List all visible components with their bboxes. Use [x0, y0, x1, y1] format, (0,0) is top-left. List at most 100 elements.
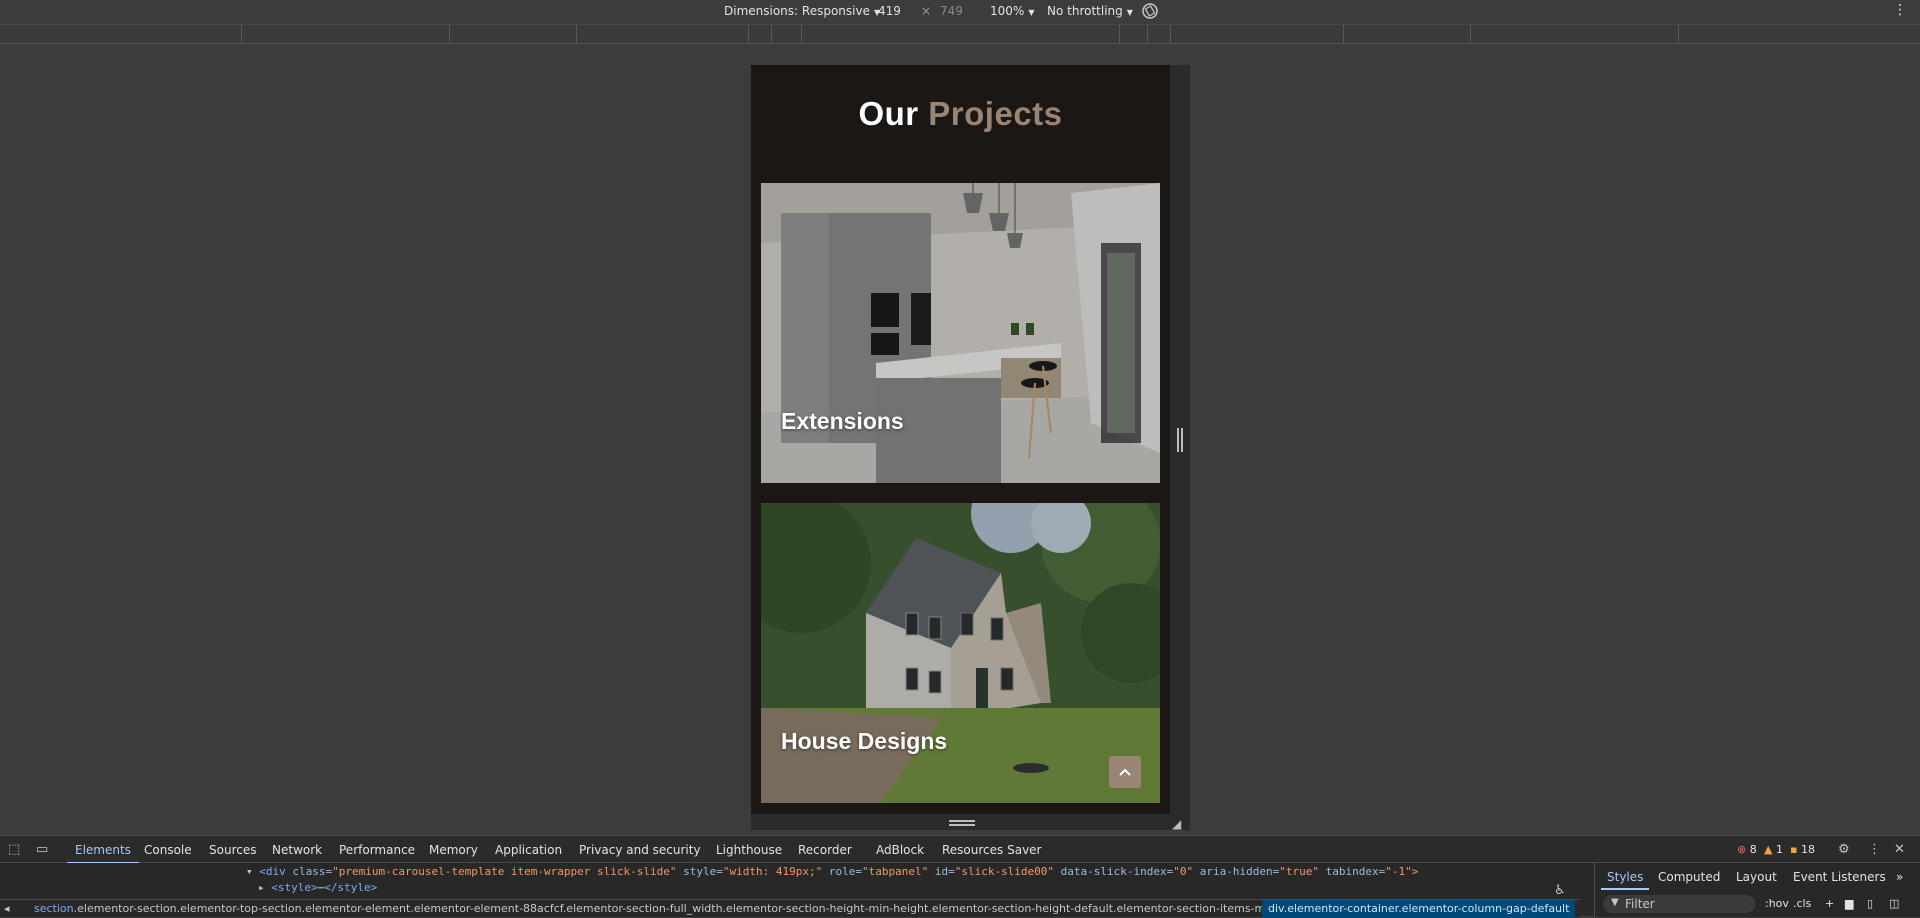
dom-tag: </style> — [324, 881, 378, 894]
ruler-segment[interactable] — [748, 25, 749, 44]
filter-icon: ▼ — [1611, 897, 1619, 908]
more-vertical-icon[interactable]: ⋮ — [1868, 842, 1881, 857]
devtools-tabbar: ⬚ ▭ Elements Console Sources Network Per… — [0, 836, 1920, 864]
dimensions-label: Dimensions: Responsive — [724, 4, 870, 18]
dom-val: "0" — [1173, 865, 1194, 878]
dom-attr: style= — [683, 865, 723, 878]
more-tabs-icon[interactable]: » — [1896, 870, 1903, 884]
dom-tag: <style> — [271, 881, 318, 894]
tab-privacy-security[interactable]: Privacy and security — [579, 843, 701, 857]
breadcrumb-classes: .elementor-container.elementor-column-ga… — [1283, 902, 1570, 915]
project-card-extensions[interactable]: Extensions — [761, 183, 1160, 483]
tab-styles[interactable]: Styles — [1600, 870, 1650, 890]
tab-computed[interactable]: Computed — [1658, 870, 1720, 884]
ruler-segment[interactable] — [241, 25, 242, 44]
dom-node-style[interactable]: ▸ <style>⋯</style> — [258, 881, 377, 894]
breadcrumb-element: div — [1268, 902, 1284, 915]
device-toolbar: Dimensions: Responsive ▼ 419 × 749 100% ▼ … — [0, 0, 1920, 25]
house-image — [761, 503, 1160, 803]
dom-attr: aria-hidden= — [1199, 865, 1280, 878]
tab-sources[interactable]: Sources — [209, 843, 256, 857]
dom-val: "premium-carousel-template item-wrapper … — [332, 865, 677, 878]
error-count-badge[interactable]: ⊗ 8 — [1737, 843, 1757, 856]
device-toggle-icon[interactable]: ▭ — [36, 842, 48, 857]
dock-icon[interactable]: ◫ — [1889, 897, 1899, 910]
dom-attr: role= — [828, 865, 862, 878]
tab-console[interactable]: Console — [144, 843, 192, 857]
scroll-to-top-button[interactable] — [1109, 756, 1141, 788]
dimensions-dropdown[interactable]: Dimensions: Responsive ▼ — [724, 4, 880, 18]
project-card-house-designs[interactable]: House Designs — [761, 503, 1160, 803]
warning-count-badge[interactable]: ▲ 1 — [1764, 843, 1783, 856]
issues-count: 18 — [1800, 843, 1815, 856]
settings-gear-icon[interactable]: ⚙ — [1838, 842, 1850, 857]
hover-state-toggle[interactable]: :hov — [1765, 897, 1789, 910]
media-query-ruler — [0, 25, 1920, 44]
issues-count-badge[interactable]: ▪ 18 — [1790, 843, 1815, 856]
computed-sidebar-icon[interactable]: ▯ — [1867, 897, 1873, 910]
height-input[interactable]: 749 — [940, 4, 963, 18]
breadcrumb-item-active[interactable]: div.elementor-container.elementor-column… — [1262, 900, 1576, 918]
tab-application[interactable]: Application — [495, 843, 562, 857]
expand-triangle-icon[interactable]: ▾ — [246, 865, 253, 878]
error-count: 8 — [1749, 843, 1757, 856]
times-sign: × — [921, 4, 932, 18]
more-vertical-icon[interactable]: ⋮ — [1893, 2, 1907, 18]
tab-memory[interactable]: Memory — [429, 843, 478, 857]
error-icon: ⊗ — [1737, 843, 1747, 856]
class-toggle[interactable]: .cls — [1793, 897, 1811, 910]
dom-tag: <div — [259, 865, 286, 878]
tab-lighthouse[interactable]: Lighthouse — [716, 843, 782, 857]
accessibility-icon[interactable]: ♿ — [1554, 883, 1566, 898]
breadcrumb-scroll-left-icon[interactable]: ◂ — [4, 902, 10, 915]
paint-icon[interactable]: ▆ — [1845, 897, 1853, 910]
inspect-element-icon[interactable]: ⬚ — [8, 842, 20, 857]
page-title: Our Projects — [751, 95, 1170, 133]
width-input[interactable]: 419 — [878, 4, 901, 18]
tab-network[interactable]: Network — [272, 843, 322, 857]
kitchen-image — [761, 183, 1160, 483]
ruler-segment[interactable] — [1170, 25, 1171, 44]
add-rule-icon[interactable]: + — [1825, 897, 1834, 910]
title-part-1: Our — [858, 95, 919, 132]
breadcrumb-item-section[interactable]: section.elementor-section.elementor-top-… — [34, 902, 1292, 915]
dom-attr: class= — [292, 865, 333, 878]
ruler-segment[interactable] — [1147, 25, 1148, 44]
chevron-up-icon — [1119, 768, 1131, 776]
card-label-house-designs: House Designs — [781, 728, 948, 754]
tab-performance[interactable]: Performance — [339, 843, 415, 857]
ruler-segment[interactable] — [449, 25, 450, 44]
ruler-segment[interactable] — [1119, 25, 1120, 44]
close-icon[interactable]: ✕ — [1894, 842, 1905, 857]
ruler-segment[interactable] — [1470, 25, 1471, 44]
dom-tree: ▾ <div class="premium-carousel-template … — [0, 863, 1580, 899]
ruler-segment[interactable] — [1343, 25, 1344, 44]
styles-filter-input[interactable]: ▼ Filter — [1603, 895, 1755, 913]
ruler-segment[interactable] — [801, 25, 802, 44]
resize-handle-right[interactable] — [1177, 428, 1183, 452]
zoom-dropdown[interactable]: 100% ▼ — [990, 4, 1034, 18]
expand-triangle-icon[interactable]: ▸ — [258, 881, 265, 894]
dom-node-carousel-slide[interactable]: ▾ <div class="premium-carousel-template … — [246, 865, 1418, 878]
resize-corner-icon[interactable]: ◢ — [1172, 817, 1181, 831]
resize-handle-bottom[interactable] — [949, 820, 975, 826]
tab-event-listeners[interactable]: Event Listeners — [1793, 870, 1886, 884]
rotate-icon[interactable] — [1141, 2, 1159, 23]
tab-resources-saver[interactable]: Resources Saver — [942, 843, 1042, 857]
throttling-dropdown[interactable]: No throttling ▼ — [1047, 4, 1133, 18]
ruler-segment[interactable] — [1678, 25, 1679, 44]
breadcrumb: ◂ section.elementor-section.elementor-to… — [0, 899, 1580, 918]
styles-pane: Styles Computed Layout Event Listeners »… — [1594, 863, 1920, 917]
zoom-value: 100% — [990, 4, 1025, 18]
tab-layout[interactable]: Layout — [1736, 870, 1777, 884]
dom-attr: id= — [934, 865, 955, 878]
ruler-segment[interactable] — [576, 25, 577, 44]
dom-val: "width: 419px;" — [722, 865, 823, 878]
caret-down-icon: ▼ — [1126, 8, 1133, 17]
tab-adblock[interactable]: AdBlock — [876, 843, 924, 857]
tab-elements[interactable]: Elements — [67, 843, 139, 864]
ruler-segment[interactable] — [771, 25, 772, 44]
breadcrumb-classes: .elementor-section.elementor-top-section… — [73, 902, 1293, 915]
issues-icon: ▪ — [1790, 843, 1798, 856]
tab-recorder[interactable]: Recorder — [798, 843, 852, 857]
